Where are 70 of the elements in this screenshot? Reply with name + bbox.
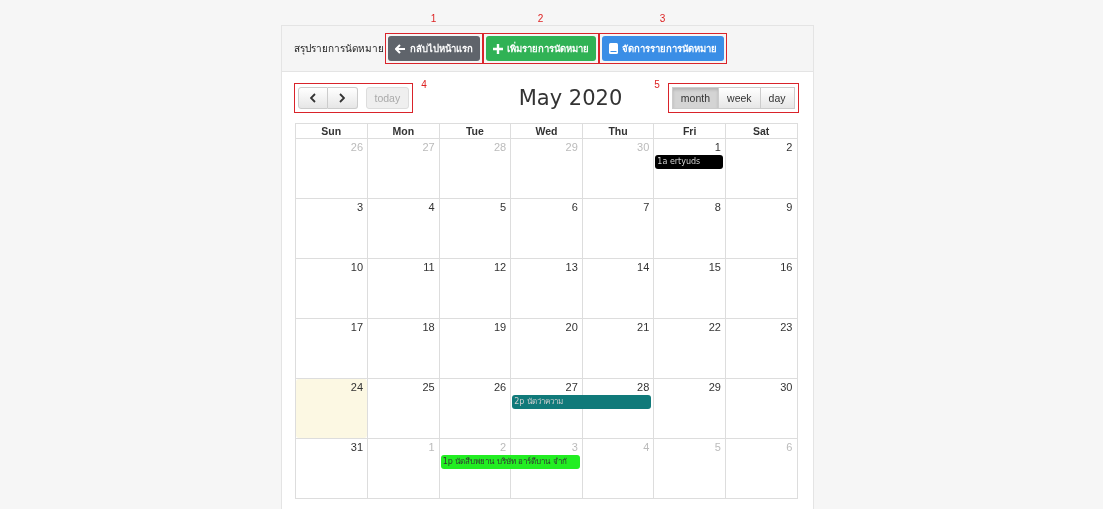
- view-tab[interactable]: month: [671, 87, 720, 109]
- book-icon: [608, 43, 618, 54]
- day-number: 26: [493, 380, 508, 395]
- weekday-header: Thu: [581, 124, 654, 138]
- day-number: 6: [786, 440, 794, 455]
- day-number: 3: [356, 200, 365, 215]
- chevron-left-icon: [309, 93, 316, 103]
- day-number: 28: [493, 140, 508, 155]
- day-number: 2: [500, 440, 508, 455]
- weekday-header: Tue: [438, 124, 511, 138]
- annotation-number: 2: [536, 13, 545, 24]
- day-number: 25: [422, 380, 436, 395]
- day-number: 12: [493, 260, 508, 275]
- next-button[interactable]: [327, 87, 358, 109]
- event-bar[interactable]: 2p นัดว่าความ: [512, 395, 652, 409]
- day-number: 29: [708, 380, 722, 395]
- day-number: 20: [565, 320, 579, 335]
- event-bar[interactable]: 1a ertyuds: [655, 155, 723, 169]
- day-number: 3: [571, 440, 579, 455]
- view-tab[interactable]: week: [719, 87, 761, 109]
- day-number: 23: [780, 320, 794, 335]
- day-number: 5: [714, 440, 722, 455]
- day-number: 10: [350, 260, 365, 275]
- day-number: 26: [350, 140, 365, 155]
- day-number: 15: [708, 260, 722, 275]
- day-number: 22: [708, 320, 722, 335]
- day-number: 6: [571, 200, 579, 215]
- header-button[interactable]: กลับไปหน้าแรก: [387, 36, 480, 61]
- plus-icon: [492, 43, 503, 54]
- weekday-header: Wed: [510, 124, 582, 138]
- weekday-header: Mon: [367, 124, 439, 138]
- day-number: 13: [565, 260, 579, 275]
- day-number: 24: [350, 380, 365, 395]
- page-title: สรุปรายการนัดหมาย: [293, 42, 384, 56]
- day-number: 11: [423, 260, 436, 275]
- annotation-number: 3: [658, 13, 667, 24]
- day-number: 29: [565, 140, 579, 155]
- day-number: 17: [350, 320, 365, 335]
- day-number: 1: [714, 140, 722, 155]
- arrow-left-icon: [394, 43, 406, 54]
- day-number: 4: [428, 200, 436, 215]
- day-number: 1: [428, 440, 436, 455]
- day-number: 21: [637, 320, 651, 335]
- day-number: 30: [780, 380, 794, 395]
- day-number: 28: [637, 380, 651, 395]
- day-number: 30: [637, 140, 651, 155]
- weekday-header: Sat: [724, 124, 797, 138]
- day-number: 9: [786, 200, 794, 215]
- day-number: 4: [643, 440, 651, 455]
- day-number: 19: [493, 320, 508, 335]
- day-number: 18: [422, 320, 436, 335]
- day-number: 27: [565, 380, 579, 395]
- day-number: 31: [350, 440, 365, 455]
- day-number: 7: [643, 200, 651, 215]
- view-tab[interactable]: day: [760, 87, 795, 109]
- day-number: 27: [422, 140, 436, 155]
- event-bar[interactable]: 1p นัดสืบพยาน บริษัท อาร์ดีบาน จำกั: [440, 455, 580, 469]
- annotation-number: 4: [421, 79, 427, 90]
- previous-button[interactable]: [297, 87, 328, 109]
- annotation-number: 5: [654, 79, 660, 90]
- annotation-number: 1: [429, 13, 438, 24]
- day-number: 14: [637, 260, 651, 275]
- weekday-header: Fri: [653, 124, 725, 138]
- day-number: 2: [786, 140, 794, 155]
- day-number: 8: [714, 200, 722, 215]
- day-number: 16: [780, 260, 794, 275]
- chevron-right-icon: [339, 93, 345, 103]
- weekday-header: Sun: [320, 124, 343, 138]
- calendar-title: May 2020: [518, 86, 623, 110]
- day-number: 5: [500, 200, 508, 215]
